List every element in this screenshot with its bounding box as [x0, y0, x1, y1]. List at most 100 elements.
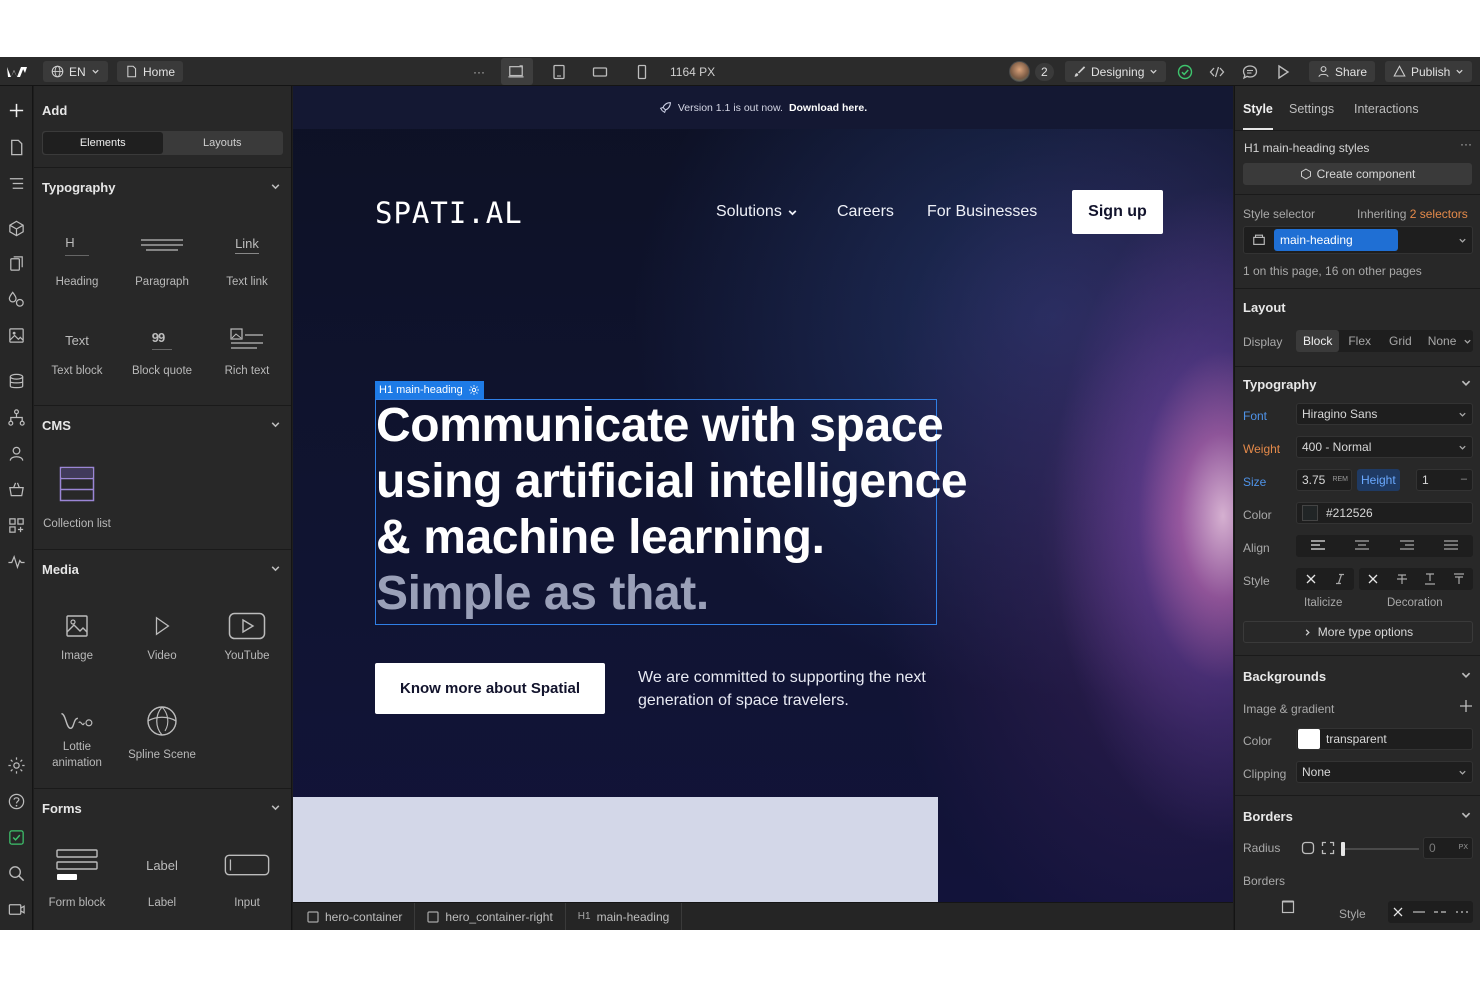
radius-unit[interactable]: PX [1459, 844, 1468, 851]
share-button[interactable]: Share [1309, 61, 1376, 82]
tab-layouts[interactable]: Layouts [163, 132, 283, 154]
nav-solutions[interactable]: Solutions [716, 203, 798, 221]
tab-style[interactable]: Style [1243, 102, 1273, 116]
search-icon[interactable] [7, 864, 26, 883]
display-flex-option[interactable]: Flex [1339, 330, 1380, 352]
add-block-quote-tile[interactable]: 99 Block quote [120, 324, 204, 379]
typography-section-header[interactable]: Typography [34, 167, 291, 203]
inheriting-count[interactable]: 2 selectors [1410, 207, 1468, 221]
more-type-options-button[interactable]: More type options [1243, 621, 1473, 643]
tab-interactions[interactable]: Interactions [1354, 102, 1419, 116]
clipping-select[interactable]: None [1296, 761, 1473, 783]
backgrounds-section-title[interactable]: Backgrounds [1243, 669, 1326, 684]
align-justify-icon[interactable] [1443, 539, 1459, 553]
add-input-tile[interactable]: Input [205, 848, 289, 911]
size-unit[interactable]: REM [1332, 476, 1348, 483]
bg-color-field[interactable]: transparent [1296, 728, 1473, 750]
add-icon[interactable] [7, 101, 26, 120]
add-text-block-tile[interactable]: Text Text block [35, 324, 119, 379]
breakpoint-tablet-button[interactable] [549, 62, 568, 81]
variables-icon[interactable] [7, 254, 26, 273]
comments-button[interactable] [1240, 62, 1259, 81]
align-right-icon[interactable] [1399, 539, 1415, 553]
bg-color-swatch[interactable] [1298, 729, 1320, 749]
apps-icon[interactable] [7, 516, 26, 535]
add-text-link-tile[interactable]: Link Text link [205, 229, 289, 290]
users-icon[interactable] [7, 444, 26, 463]
border-box-icon[interactable] [1281, 900, 1295, 914]
style-selector-field[interactable]: main-heading [1243, 226, 1473, 254]
size-input[interactable]: 3.75 REM [1296, 469, 1352, 491]
main-heading[interactable]: Communicate with space using artificial … [376, 398, 976, 622]
selected-element-tag[interactable]: H1 main-heading [375, 381, 484, 399]
more-options-icon[interactable]: ··· [1460, 137, 1472, 151]
chevron-down-icon[interactable] [1460, 377, 1472, 389]
settings-icon[interactable] [7, 756, 26, 775]
add-spline-scene-tile[interactable]: Spline Scene [118, 705, 206, 763]
radius-slider[interactable] [1341, 842, 1419, 856]
font-select[interactable]: Hiragino Sans [1296, 403, 1473, 425]
radius-slider-handle[interactable] [1341, 842, 1345, 856]
add-video-tile[interactable]: Video [120, 610, 204, 664]
assets-icon[interactable] [7, 326, 26, 345]
language-selector[interactable]: EN [43, 61, 108, 82]
close-icon[interactable] [1367, 573, 1379, 585]
chevron-down-icon[interactable] [1460, 809, 1472, 821]
add-paragraph-tile[interactable]: Paragraph [120, 229, 204, 290]
color-swatch[interactable] [1302, 505, 1318, 521]
nav-for-businesses[interactable]: For Businesses [927, 203, 1037, 221]
add-youtube-tile[interactable]: YouTube [205, 610, 289, 664]
close-icon[interactable] [1392, 906, 1404, 918]
breakpoint-desktop-button[interactable] [501, 58, 533, 85]
overline-icon[interactable] [1453, 573, 1465, 585]
breadcrumb-hero-container[interactable]: hero-container [293, 902, 416, 930]
video-tutorials-icon[interactable] [7, 900, 26, 919]
audit-status-button[interactable] [1175, 62, 1194, 81]
mode-selector[interactable]: Designing [1065, 61, 1167, 82]
hero-container-block[interactable] [293, 797, 938, 902]
tab-elements[interactable]: Elements [43, 132, 163, 154]
logic-icon[interactable] [7, 408, 26, 427]
forms-section-header[interactable]: Forms [34, 788, 291, 824]
know-more-button[interactable]: Know more about Spatial [375, 663, 605, 714]
media-section-header[interactable]: Media [34, 549, 291, 585]
banner-download-link[interactable]: Download here. [789, 102, 867, 114]
align-left-icon[interactable] [1310, 539, 1326, 553]
underline-icon[interactable] [1424, 573, 1436, 585]
strikethrough-icon[interactable] [1396, 573, 1408, 585]
styles-icon[interactable] [7, 290, 26, 309]
borders-section-title[interactable]: Borders [1243, 809, 1293, 824]
italic-icon[interactable] [1334, 573, 1346, 585]
help-icon[interactable] [7, 792, 26, 811]
add-rich-text-tile[interactable]: Rich text [205, 324, 289, 379]
breakpoint-landscape-button[interactable] [590, 62, 609, 81]
signup-button[interactable]: Sign up [1072, 190, 1163, 234]
analytics-icon[interactable] [7, 552, 26, 571]
solid-line-icon[interactable] [1412, 906, 1426, 918]
design-canvas[interactable]: Version 1.1 is out now. Download here. S… [293, 86, 1233, 902]
components-icon[interactable] [7, 219, 26, 238]
display-grid-option[interactable]: Grid [1380, 330, 1421, 352]
weight-select[interactable]: 400 - Normal [1296, 436, 1473, 458]
radius-all-icon[interactable] [1301, 841, 1315, 855]
preview-button[interactable] [1273, 62, 1292, 81]
dashed-line-icon[interactable] [1433, 906, 1447, 918]
add-form-block-tile[interactable]: Form block [35, 848, 119, 911]
text-color-field[interactable]: #212526 [1296, 502, 1473, 524]
cms-icon[interactable] [7, 372, 26, 391]
line-height-input[interactable]: 1 – [1416, 469, 1473, 491]
nav-careers[interactable]: Careers [837, 203, 894, 221]
add-collection-list-tile[interactable]: Collection list [35, 464, 119, 532]
code-view-button[interactable] [1207, 62, 1226, 81]
checklist-icon[interactable] [7, 828, 26, 847]
chevron-down-icon[interactable] [1460, 669, 1472, 681]
pages-icon[interactable] [7, 138, 26, 157]
display-none-option[interactable]: None [1421, 330, 1464, 352]
chevron-down-icon[interactable] [1463, 337, 1472, 346]
create-component-button[interactable]: Create component [1243, 163, 1472, 185]
selector-chip-main-heading[interactable]: main-heading [1274, 229, 1398, 251]
more-menu-button[interactable]: ··· [473, 61, 485, 82]
radius-input[interactable]: 0 PX [1423, 837, 1473, 859]
navigator-icon[interactable] [7, 174, 26, 193]
page-selector[interactable]: Home [117, 61, 184, 82]
